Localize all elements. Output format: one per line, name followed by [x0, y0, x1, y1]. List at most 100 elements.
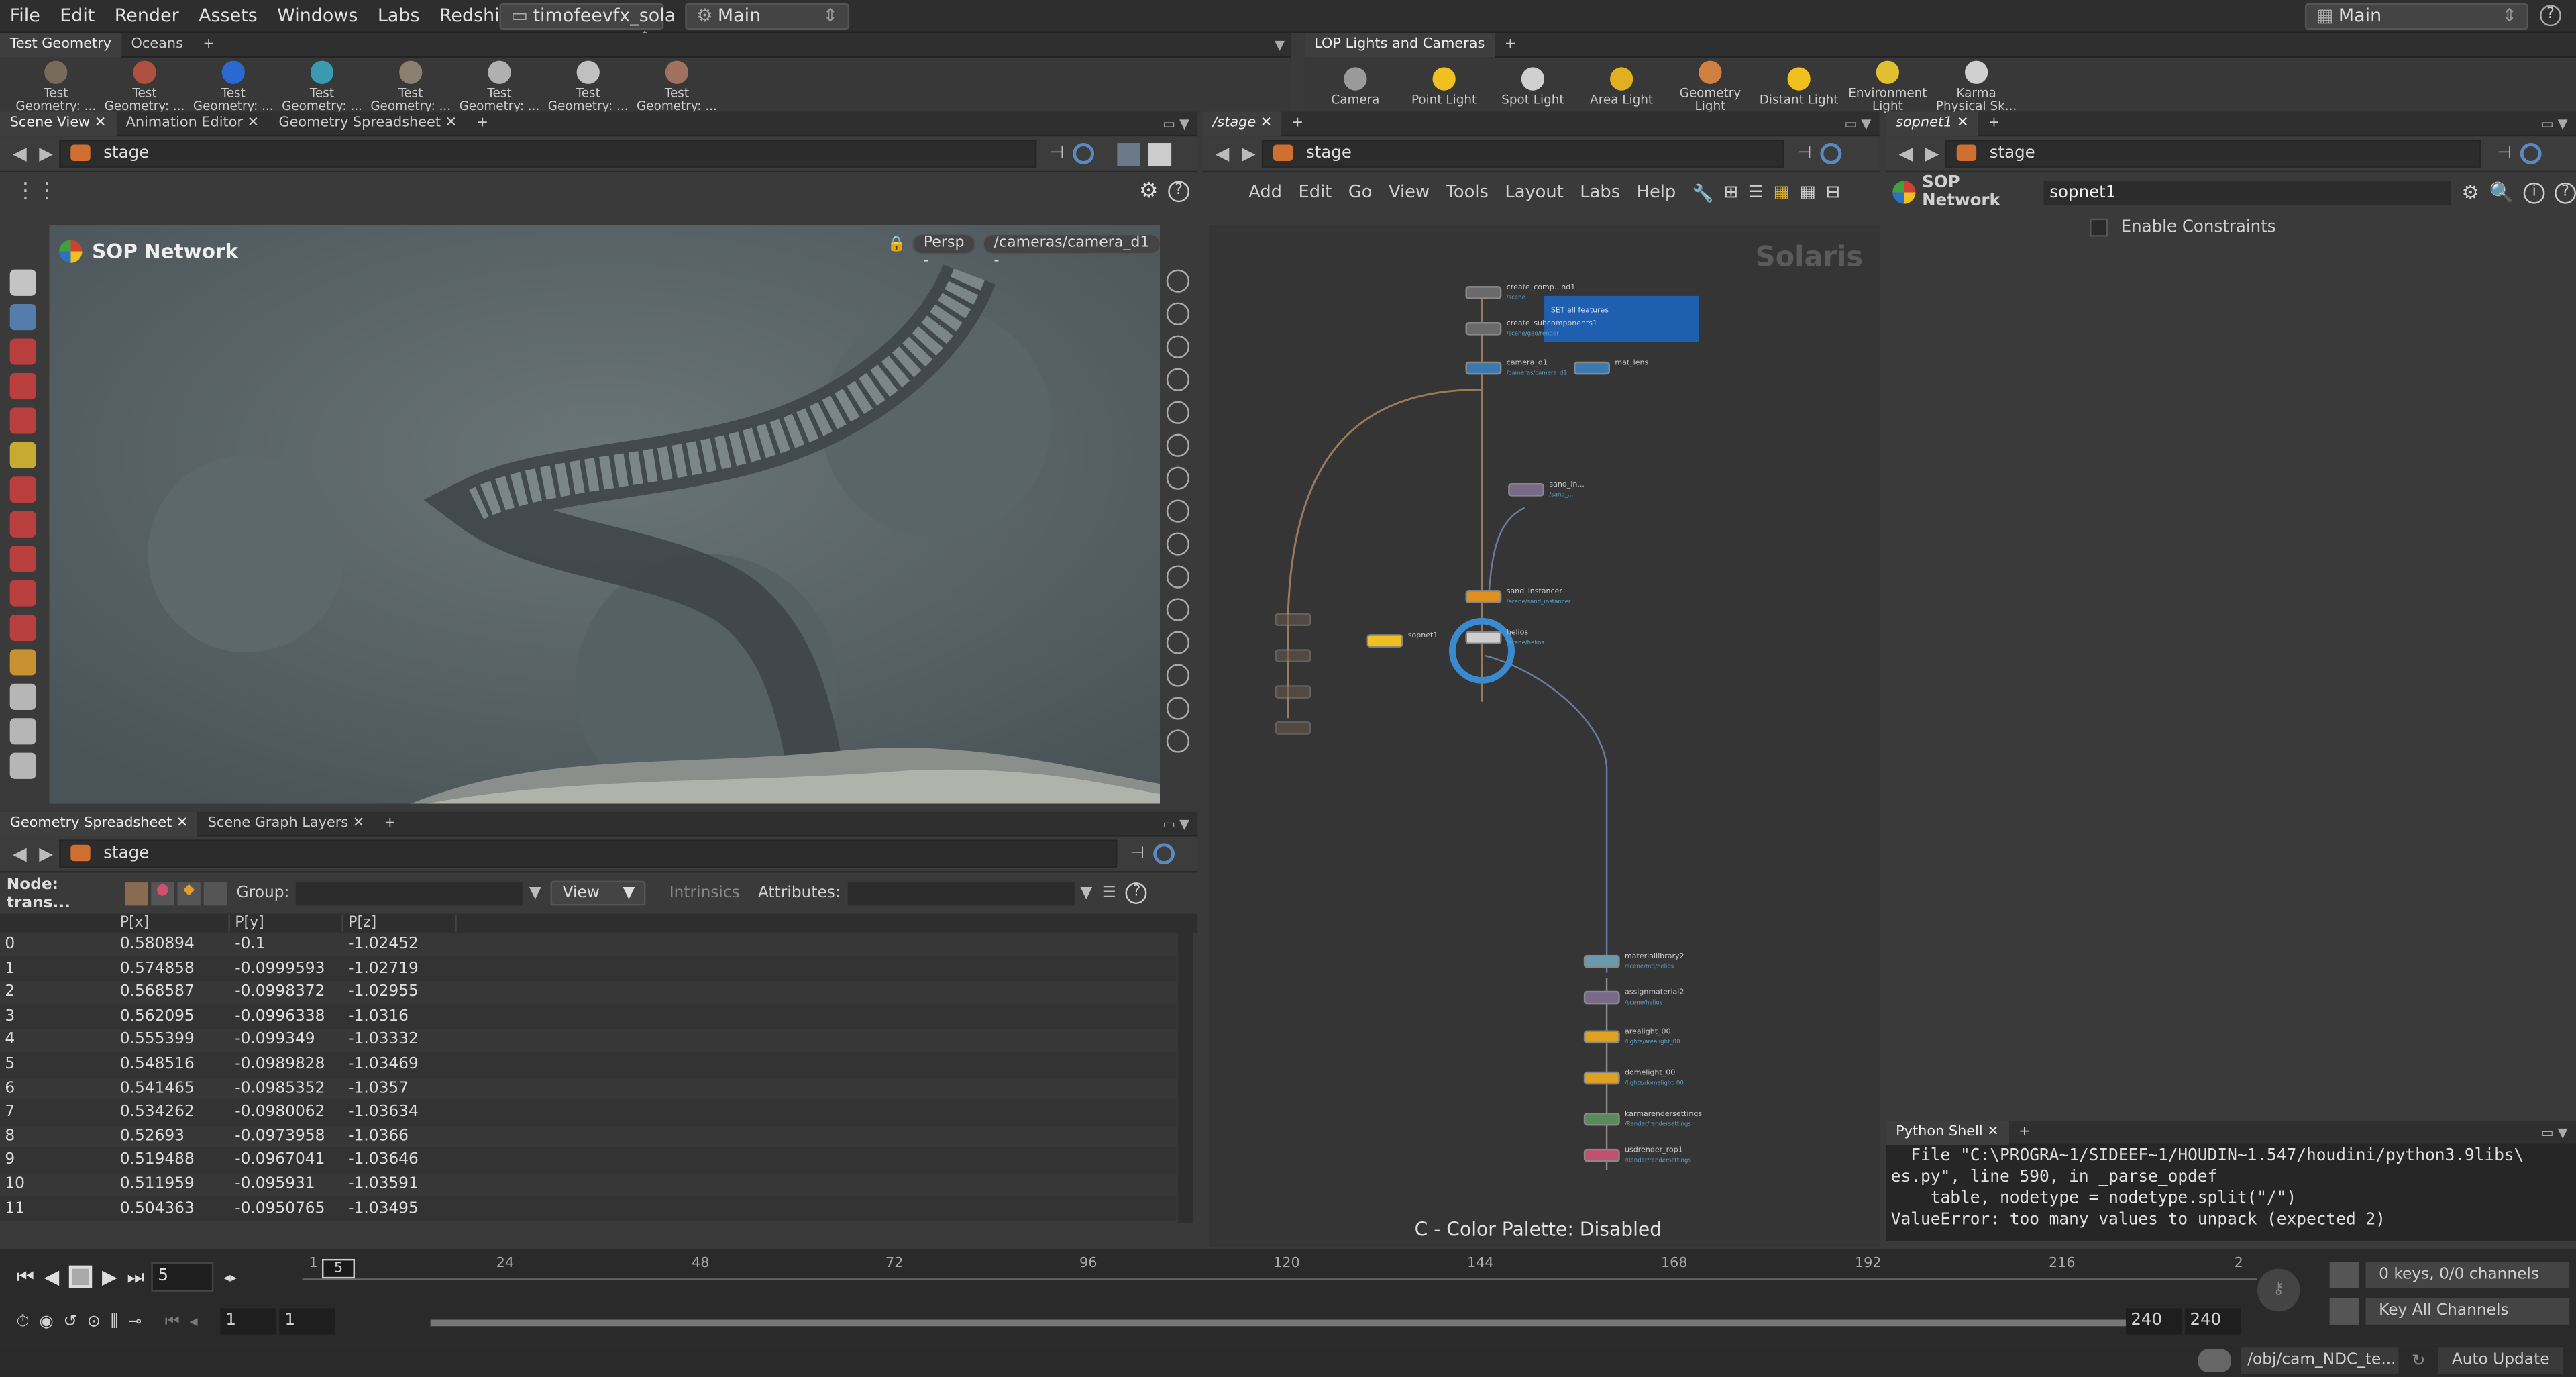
network-node[interactable] [1574, 361, 1611, 375]
gear-icon[interactable]: ⚙ [2462, 181, 2479, 203]
close-icon[interactable]: ✕ [1260, 114, 1272, 130]
network-node[interactable] [1465, 322, 1502, 336]
link-icon[interactable] [1072, 143, 1094, 164]
stop-icon[interactable] [68, 1265, 93, 1289]
playback-start-field[interactable]: 1 [280, 1308, 336, 1335]
pane-menu-icon[interactable]: ▭ ▼ [1845, 116, 1872, 131]
keys-text[interactable]: 0 keys, 0/0 channels [2365, 1262, 2570, 1289]
back-arrow-icon[interactable]: ◀ [1892, 143, 1919, 164]
shelf-tool-3[interactable]: Test Geometry: ... [278, 60, 366, 113]
close-icon[interactable]: ✕ [248, 114, 259, 130]
shelf-tool-7[interactable]: Karma Physical Sk... [1932, 60, 2021, 113]
table-row[interactable]: 8 0.52693 -0.0973958 -1.0366 [0, 1125, 1177, 1150]
path-field[interactable]: stage [59, 839, 1118, 868]
jump-end-icon[interactable]: ⏭ [127, 1264, 144, 1289]
network-node[interactable] [1583, 1071, 1620, 1085]
lasso-icon[interactable] [9, 511, 36, 538]
menu-edit[interactable]: Edit [50, 0, 105, 32]
network-node[interactable] [1583, 1148, 1620, 1162]
pause-icon[interactable] [1166, 631, 1190, 654]
network-node[interactable] [1583, 1030, 1620, 1044]
forward-arrow-icon[interactable]: ▶ [1919, 143, 1945, 164]
camera-icon[interactable] [1166, 434, 1190, 457]
tab-oceans[interactable]: Oceans [121, 32, 193, 57]
list-icon[interactable]: ☰ [1102, 884, 1116, 903]
menu-layout[interactable]: Layout [1505, 183, 1563, 202]
primitives-icon[interactable]: ◆ [177, 881, 201, 905]
bypassed-node[interactable] [1275, 649, 1311, 662]
right-desktop-selector[interactable]: ▦ Main ⇕ [2304, 3, 2528, 30]
shelf-tool-2[interactable]: Test Geometry: ... [189, 60, 278, 113]
points-icon[interactable] [125, 881, 148, 905]
measure-icon[interactable] [9, 683, 36, 710]
list-icon[interactable]: ☰ [1748, 183, 1764, 202]
network-node[interactable] [1583, 1112, 1620, 1126]
node-name-field[interactable]: sopnet1 [2043, 180, 2452, 205]
intrinsics-menu[interactable]: Intrinsics [669, 884, 758, 903]
help-icon[interactable]: ? [2540, 5, 2561, 27]
prev-key-icon[interactable]: ◂ [189, 1313, 197, 1331]
auto-update-menu[interactable]: Auto Update [2438, 1347, 2564, 1374]
bypassed-node[interactable] [1275, 685, 1311, 699]
group-field[interactable] [296, 881, 523, 905]
shelf-tool-6[interactable]: Environment Light [1843, 60, 1932, 113]
square-icon[interactable] [1148, 142, 1171, 166]
network-node[interactable] [1583, 954, 1620, 968]
shelf-tool-6[interactable]: Test Geometry: ... [544, 60, 633, 113]
close-icon[interactable]: ✕ [353, 814, 364, 830]
rotate-icon[interactable] [9, 372, 36, 400]
visibility-icon[interactable] [1166, 269, 1190, 293]
vertices-icon[interactable]: ● [151, 881, 174, 905]
add-tab-icon[interactable]: + [1282, 111, 1313, 136]
realtime-icon[interactable]: ⏱ [16, 1313, 29, 1331]
table-row[interactable]: 5 0.548516 -0.0989828 -1.03469 [0, 1053, 1177, 1078]
link-icon[interactable] [2520, 143, 2541, 164]
timeline-ruler[interactable]: 5 1 24 48 72 96 120 144 168 192 216 2 [302, 1256, 2257, 1292]
frame-marker[interactable]: 5 [322, 1258, 355, 1279]
info-icon[interactable]: i [2523, 181, 2545, 203]
viewport[interactable]: SOP Network 🔒 Persp - /cameras/camera_d1… [49, 225, 1160, 804]
gear-icon[interactable]: ⚙ [1139, 179, 1159, 204]
headlight-icon[interactable] [1166, 499, 1190, 523]
menu-windows[interactable]: Windows [267, 0, 368, 32]
shelf-tool-1[interactable]: Test Geometry: ... [100, 60, 189, 113]
desktop-selector[interactable]: ▭timofeevfx_sola⇕ [499, 3, 676, 49]
handle-icon[interactable] [9, 442, 36, 468]
menu-labs[interactable]: Labs [368, 0, 429, 32]
network-node[interactable] [1465, 361, 1502, 375]
chevron-down-icon[interactable]: ▼ [1275, 37, 1285, 52]
view-menu[interactable]: View ▼ [551, 880, 647, 906]
range-slider[interactable] [430, 1319, 2126, 1327]
path-field[interactable]: stage [1261, 140, 1784, 168]
step-icon[interactable]: ◂▸ [223, 1270, 237, 1284]
close-icon[interactable]: ✕ [1987, 1123, 1998, 1139]
pin-icon[interactable]: ⊣ [1130, 845, 1144, 863]
back-arrow-icon[interactable]: ◀ [7, 143, 33, 164]
shelf-tool-1[interactable]: Point Light [1400, 67, 1489, 107]
network-node[interactable] [1508, 483, 1545, 497]
table-row[interactable]: 10 0.511959 -0.095931 -1.03591 [0, 1173, 1177, 1198]
menu-render[interactable]: Render [105, 0, 189, 32]
close-icon[interactable]: ✕ [445, 114, 457, 130]
slider-icon[interactable]: ⊸ [128, 1313, 142, 1331]
attributes-field[interactable] [847, 881, 1074, 905]
snap-icon[interactable] [9, 649, 36, 676]
network-editor[interactable]: Solaris SET all features create_comp...n… [1209, 225, 1880, 1247]
network-selector[interactable]: ⚙ Main ⇕ [685, 3, 850, 30]
path-field[interactable]: stage [1945, 140, 2481, 168]
tab-python-shell[interactable]: Python Shell ✕ [1886, 1119, 2009, 1145]
range-end-field[interactable]: 240 [2185, 1308, 2241, 1335]
shelf-tool-3[interactable]: Area Light [1577, 67, 1666, 107]
skeleton-icon[interactable] [1166, 532, 1190, 556]
shelf-tool-5[interactable]: Test Geometry: ... [455, 60, 543, 113]
back-arrow-icon[interactable]: ◀ [7, 843, 33, 864]
start-icon[interactable]: ⏮ [165, 1313, 180, 1331]
enable-constraints-checkbox[interactable] [2090, 217, 2108, 236]
move-icon[interactable] [9, 338, 36, 365]
current-frame-field[interactable]: 5 [151, 1262, 214, 1292]
menu-view[interactable]: View [1389, 183, 1430, 202]
table-row[interactable]: 0 0.580894 -0.1 -1.02452 [0, 933, 1177, 958]
pane-menu-icon[interactable]: ▭ ▼ [1163, 816, 1189, 831]
menu-help[interactable]: Help [1637, 183, 1676, 202]
path-field[interactable]: stage [59, 140, 1037, 168]
